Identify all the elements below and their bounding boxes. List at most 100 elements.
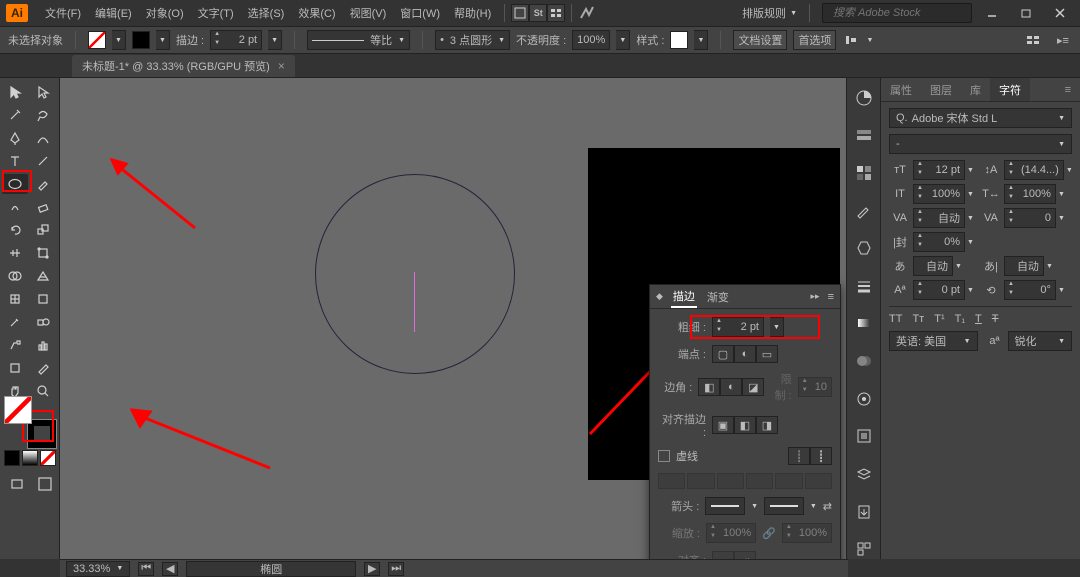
align-icon[interactable] <box>842 31 860 49</box>
subscript-icon[interactable]: T₁ <box>955 313 965 325</box>
transparency-panel-icon[interactable] <box>853 351 875 371</box>
eraser-tool[interactable] <box>30 197 56 217</box>
window-close[interactable] <box>1046 3 1074 23</box>
color-panel-icon[interactable] <box>853 88 875 108</box>
menu-view[interactable]: 视图(V) <box>343 0 394 26</box>
fill-indicator[interactable] <box>4 396 32 424</box>
corner-buttons[interactable]: ◧◐◪ <box>698 378 764 396</box>
superscript-icon[interactable]: T¹ <box>934 313 944 325</box>
stroke-panel-icon[interactable] <box>853 276 875 296</box>
dash-opt-a[interactable]: ┊ <box>788 447 810 465</box>
tab-stroke[interactable]: 描边 <box>671 286 697 308</box>
shape-center-handle[interactable] <box>414 272 415 332</box>
leading-spinner[interactable]: ▲▼(14.4...) <box>1004 160 1064 180</box>
symbols-panel-icon[interactable] <box>853 238 875 258</box>
style-dropdown[interactable]: ▼ <box>694 30 708 50</box>
eyedropper-tool[interactable] <box>2 312 28 332</box>
direct-selection-tool[interactable] <box>30 82 56 102</box>
tab-properties[interactable]: 属性 <box>881 78 921 101</box>
menu-file[interactable]: 文件(F) <box>38 0 88 26</box>
line-tool[interactable] <box>30 151 56 171</box>
arrow-start-select[interactable] <box>705 497 745 515</box>
fill-swatch-dropdown[interactable]: ▼ <box>112 30 126 50</box>
ctrl-menu-icon[interactable]: ▸≡ <box>1054 31 1072 49</box>
type-tool[interactable] <box>2 151 28 171</box>
rotate-tool[interactable] <box>2 220 28 240</box>
curvature-tool[interactable] <box>30 128 56 148</box>
screen-mode-full[interactable] <box>32 474 58 494</box>
layers-panel-icon[interactable] <box>853 464 875 484</box>
align-stroke-buttons[interactable]: ▣◧◨ <box>712 416 778 434</box>
search-stock[interactable] <box>822 3 972 23</box>
canvas[interactable]: ◆ 描边 渐变 ▸▸ ≡ 粗细 : ▲▼2 pt▼ 端点 :▢◐▭ 边角 :◧◐… <box>60 78 846 559</box>
graphic-styles-icon[interactable] <box>853 426 875 446</box>
mesh-tool[interactable] <box>2 289 28 309</box>
panel-menu-icon[interactable]: ≡ <box>828 291 834 303</box>
color-mode-none[interactable] <box>40 450 56 466</box>
cap-buttons[interactable]: ▢◐▭ <box>712 345 778 363</box>
appearance-panel-icon[interactable] <box>853 389 875 409</box>
blend-tool[interactable] <box>30 312 56 332</box>
font-family-select[interactable]: Q.Adobe 宋体 Std L▼ <box>889 108 1072 128</box>
menu-window[interactable]: 窗口(W) <box>393 0 447 26</box>
kerning-spinner[interactable]: ▲▼自动 <box>913 208 965 228</box>
artboard-next[interactable]: ▶ <box>364 562 380 576</box>
menu-type[interactable]: 文字(T) <box>191 0 241 26</box>
bridge-icon[interactable] <box>511 4 529 22</box>
gradient-panel-icon[interactable] <box>853 314 875 334</box>
shaper-tool[interactable] <box>2 197 28 217</box>
menu-help[interactable]: 帮助(H) <box>447 0 498 26</box>
stroke-swatch-dropdown[interactable]: ▼ <box>156 30 170 50</box>
selection-tool[interactable] <box>2 82 28 102</box>
menu-effect[interactable]: 效果(C) <box>291 0 342 26</box>
screen-mode-normal[interactable] <box>4 474 30 494</box>
stroke-indicator[interactable] <box>28 420 56 448</box>
artboard-name[interactable]: 椭圆 <box>186 561 356 577</box>
weight-dropdown[interactable]: ▼ <box>770 317 784 337</box>
menu-object[interactable]: 对象(O) <box>139 0 191 26</box>
panel-collapse-icon[interactable]: ▸▸ <box>811 291 820 302</box>
scale-tool[interactable] <box>30 220 56 240</box>
hscale-spinner[interactable]: ▲▼100% <box>1004 184 1056 204</box>
graph-tool[interactable] <box>30 335 56 355</box>
free-transform-tool[interactable] <box>30 243 56 263</box>
gpu-icon[interactable] <box>578 4 596 22</box>
rotation-spinner[interactable]: ▲▼0° <box>1004 280 1056 300</box>
slice-tool[interactable] <box>30 358 56 378</box>
brush-select[interactable]: •3 点圆形▼ <box>435 30 510 50</box>
perspective-tool[interactable] <box>30 266 56 286</box>
color-guide-icon[interactable] <box>853 126 875 146</box>
tab-libraries[interactable]: 库 <box>961 78 990 101</box>
paintbrush-tool[interactable] <box>30 174 56 194</box>
stroke-swatch[interactable] <box>132 31 150 49</box>
artboard-tool[interactable] <box>2 358 28 378</box>
shape-builder-tool[interactable] <box>2 266 28 286</box>
tab-layers[interactable]: 图层 <box>921 78 961 101</box>
aki-spinner[interactable]: 自动 <box>913 256 953 276</box>
artboards-panel-icon[interactable] <box>853 539 875 559</box>
fill-stroke-indicator[interactable] <box>4 390 60 494</box>
ellipse-tool[interactable] <box>2 174 28 194</box>
panel-menu-icon[interactable]: ≡ <box>1056 78 1080 101</box>
zoom-select[interactable]: 33.33%▼ <box>66 561 130 577</box>
prefs-button[interactable]: 首选项 <box>793 30 836 50</box>
lasso-tool[interactable] <box>30 105 56 125</box>
fill-swatch[interactable] <box>88 31 106 49</box>
search-input[interactable] <box>833 7 976 19</box>
doc-setup-button[interactable]: 文档设置 <box>733 30 787 50</box>
brushes-panel-icon[interactable] <box>853 201 875 221</box>
swatches-icon[interactable] <box>853 163 875 183</box>
caps-icon[interactable]: TT <box>889 313 902 325</box>
width-tool[interactable] <box>2 243 28 263</box>
color-mode-gradient[interactable] <box>22 450 38 466</box>
opacity-dropdown[interactable]: ▼ <box>616 30 630 50</box>
stock-icon[interactable]: St <box>529 4 547 22</box>
stroke-weight-dropdown[interactable]: ▼ <box>268 30 282 50</box>
artboard-first[interactable]: ⏮ <box>138 562 154 576</box>
menu-edit[interactable]: 编辑(E) <box>88 0 139 26</box>
ctrl-option-icon[interactable] <box>1024 31 1042 49</box>
artboard-last[interactable]: ⏭ <box>388 562 404 576</box>
document-tab[interactable]: 未标题-1* @ 33.33% (RGB/GPU 预览) × <box>72 55 295 77</box>
aki-right-spinner[interactable]: 自动 <box>1004 256 1044 276</box>
arrow-end-select[interactable] <box>764 497 804 515</box>
